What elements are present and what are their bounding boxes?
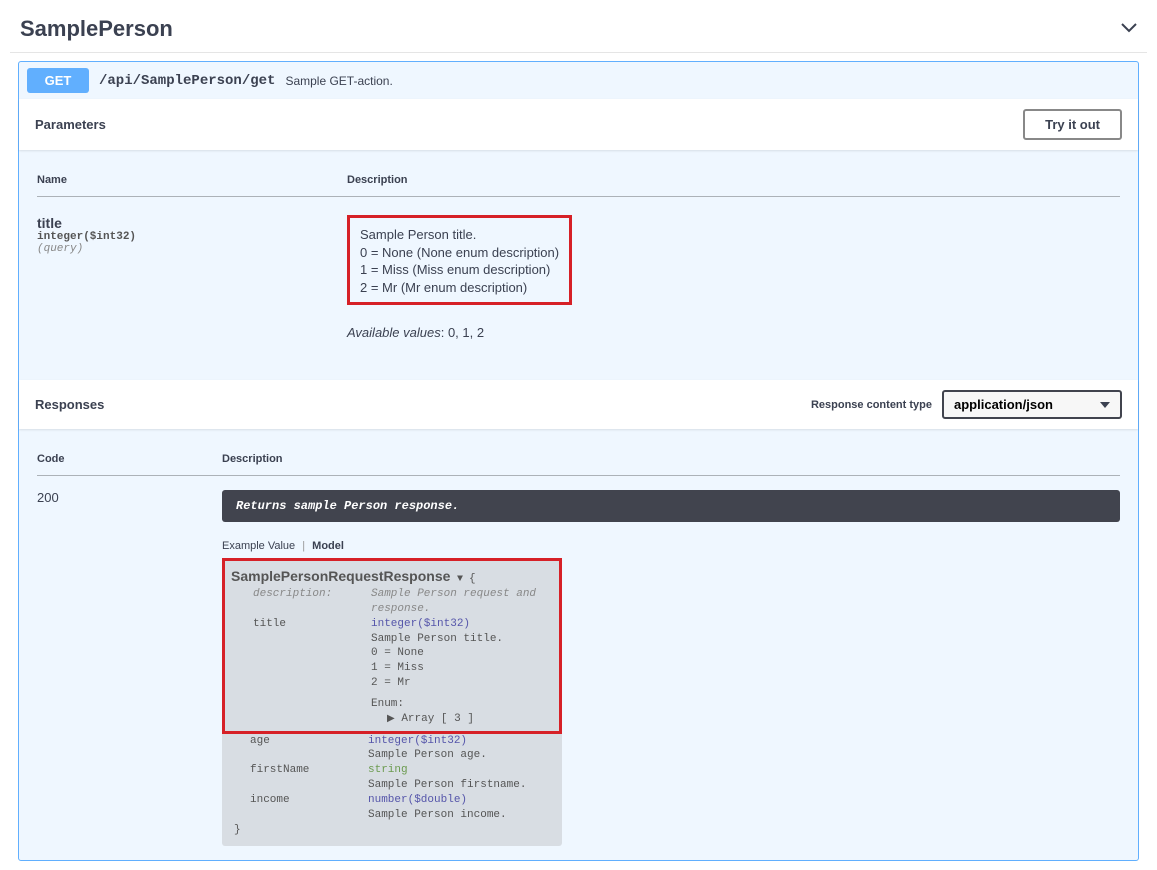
response-row: 200 Returns sample Person response. Exam…: [37, 476, 1120, 846]
tab-model[interactable]: Model: [312, 540, 344, 552]
response-description: Returns sample Person response.: [222, 490, 1120, 522]
param-header-name: Name: [37, 166, 347, 197]
model-description-label: description:: [253, 587, 371, 617]
enum-array[interactable]: ▶ Array [ 3 ]: [231, 712, 551, 727]
tab-example-value[interactable]: Example Value: [222, 540, 295, 552]
parameters-body: Name Description title integer($int32) (…: [19, 150, 1138, 380]
model-prop-type: string: [368, 763, 554, 778]
resp-header-description: Description: [222, 445, 1120, 476]
open-brace: {: [469, 573, 476, 585]
model-prop-type: integer($int32): [371, 617, 551, 632]
responses-header: Responses Response content type applicat…: [19, 380, 1138, 429]
model-prop-name: income: [250, 793, 368, 808]
parameter-row: title integer($int32) (query) Sample Per…: [37, 197, 1120, 341]
resp-header-code: Code: [37, 445, 222, 476]
model-prop-line: 2 = Mr: [371, 676, 551, 691]
operation-path: /api/SamplePerson/get: [99, 73, 275, 89]
model-prop-name: firstName: [250, 763, 368, 778]
parameters-title: Parameters: [35, 117, 106, 132]
model-prop-type: number($double): [368, 793, 554, 808]
http-method-badge: GET: [27, 68, 89, 93]
responses-table: Code Description 200 Returns sample Pers…: [37, 445, 1120, 845]
available-values-list: : 0, 1, 2: [441, 325, 484, 340]
model-schema: SamplePersonRequestResponse ▼ { descript…: [222, 558, 562, 845]
operation-summary-text: Sample GET-action.: [285, 74, 392, 88]
chevron-down-icon: [1121, 20, 1137, 38]
model-prop-desc: Sample Person firstname.: [368, 778, 554, 793]
param-type: integer($int32): [37, 231, 347, 243]
chevron-right-icon: ▶: [387, 714, 395, 725]
param-description-highlight: Sample Person title. 0 = None (None enum…: [347, 215, 572, 305]
param-name: title: [37, 215, 347, 231]
content-type-label: Response content type: [811, 399, 932, 411]
available-values: Available values: 0, 1, 2: [347, 325, 1120, 340]
response-code: 200: [37, 476, 222, 846]
tag-section: SamplePerson GET /api/SamplePerson/get S…: [10, 10, 1147, 861]
desc-line: Sample Person title.: [360, 226, 559, 244]
schema-tabs: Example Value | Model: [222, 540, 1120, 552]
content-type-group: Response content type application/json: [811, 390, 1122, 419]
param-header-description: Description: [347, 166, 1120, 197]
available-label: Available values: [347, 325, 441, 340]
model-highlight-region: SamplePersonRequestResponse ▼ { descript…: [222, 558, 562, 733]
model-prop-line: 0 = None: [371, 646, 551, 661]
model-prop-type: integer($int32): [368, 734, 554, 749]
model-prop-name: age: [250, 734, 368, 749]
model-prop-desc: Sample Person age.: [368, 748, 554, 763]
operation-summary[interactable]: GET /api/SamplePerson/get Sample GET-act…: [19, 62, 1138, 99]
model-prop-desc: Sample Person income.: [368, 808, 554, 823]
parameters-header: Parameters Try it out: [19, 99, 1138, 150]
model-prop-line: Sample Person title.: [371, 632, 551, 647]
chevron-down-icon[interactable]: ▼: [457, 574, 469, 585]
try-it-out-button[interactable]: Try it out: [1023, 109, 1122, 140]
desc-line: 1 = Miss (Miss enum description): [360, 261, 559, 279]
param-location: (query): [37, 243, 347, 255]
tag-name: SamplePerson: [20, 16, 173, 42]
content-type-select[interactable]: application/json: [942, 390, 1122, 419]
model-name: SamplePersonRequestResponse: [231, 568, 450, 584]
model-prop-line: 1 = Miss: [371, 661, 551, 676]
desc-line: 2 = Mr (Mr enum description): [360, 279, 559, 297]
model-description-value: Sample Person request and response.: [371, 587, 551, 617]
model-prop-name: title: [253, 617, 371, 632]
responses-title: Responses: [35, 397, 104, 412]
responses-body: Code Description 200 Returns sample Pers…: [19, 429, 1138, 859]
operation-block: GET /api/SamplePerson/get Sample GET-act…: [18, 61, 1139, 861]
close-brace: }: [228, 823, 554, 838]
enum-label: Enum:: [231, 697, 551, 712]
tag-header[interactable]: SamplePerson: [10, 10, 1147, 53]
parameters-table: Name Description title integer($int32) (…: [37, 166, 1120, 340]
desc-line: 0 = None (None enum description): [360, 244, 559, 262]
